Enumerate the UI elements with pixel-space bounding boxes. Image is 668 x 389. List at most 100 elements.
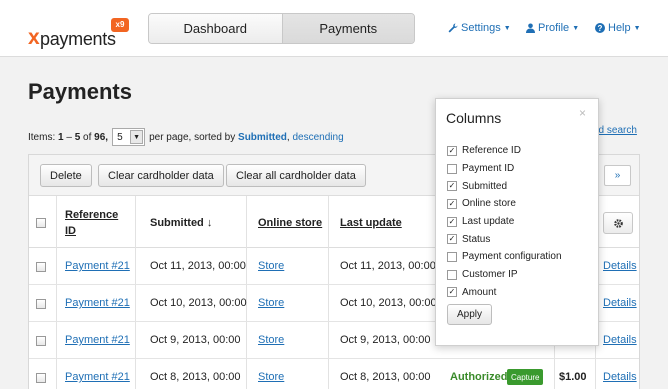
reference-link[interactable]: Payment #21 xyxy=(65,371,130,383)
column-option-label: Status xyxy=(462,233,491,245)
column-checkbox[interactable]: ✓ xyxy=(447,216,457,227)
chevron-down-icon: ▼ xyxy=(633,24,641,32)
main-nav: Dashboard Payments xyxy=(148,13,415,44)
delete-button[interactable]: Delete xyxy=(40,164,92,187)
items-prefix: Items: xyxy=(28,131,56,143)
submitted-cell: Oct 11, 2013, 00:00 xyxy=(150,260,246,272)
column-option-label: Last update xyxy=(462,216,515,228)
header-reference-id[interactable]: Reference ID xyxy=(65,209,118,237)
capture-button[interactable]: Capture xyxy=(507,369,544,385)
last-update-cell: Oct 10, 2013, 00:00 xyxy=(340,297,437,309)
header-submitted[interactable]: Submitted ↓ xyxy=(150,217,212,229)
status-badge: Authorized xyxy=(450,371,508,383)
column-option-label: Amount xyxy=(462,286,497,298)
column-option[interactable]: ✓ Last update xyxy=(447,213,562,231)
submitted-cell: Oct 10, 2013, 00:00 xyxy=(150,297,247,309)
column-option-label: Submitted xyxy=(462,180,508,192)
advanced-search-link[interactable]: ed search xyxy=(593,125,637,136)
columns-list: ✓ Reference ID Payment ID ✓ Submitted ✓ Online… xyxy=(447,142,562,301)
tab-payments[interactable]: Payments xyxy=(281,14,414,43)
details-link[interactable]: Details xyxy=(603,334,637,346)
header-reference-id-line2: ID xyxy=(65,225,76,237)
column-checkbox[interactable] xyxy=(447,251,457,262)
logo-text: payments xyxy=(40,29,116,49)
last-update-cell: Oct 11, 2013, 00:00 xyxy=(340,260,436,272)
items-from: 1 xyxy=(58,131,64,143)
column-option[interactable]: Customer IP xyxy=(447,266,562,284)
column-option-label: Payment configuration xyxy=(462,251,562,263)
profile-label: Profile xyxy=(538,22,570,34)
items-summary: Items: 1 – 5 of 96, 5 ▼ per page, sorted… xyxy=(28,128,344,146)
column-option[interactable]: Payment ID xyxy=(447,160,562,178)
submitted-cell: Oct 8, 2013, 00:00 xyxy=(150,371,241,383)
help-label: Help xyxy=(608,22,631,34)
next-page-button[interactable]: » xyxy=(604,165,631,186)
svg-text:?: ? xyxy=(598,24,603,33)
sort-field-link[interactable]: Submitted xyxy=(238,132,287,143)
amount-cell: $1.00 xyxy=(559,371,587,383)
column-option[interactable]: ✓ Status xyxy=(447,230,562,248)
column-option[interactable]: ✓ Online store xyxy=(447,195,562,213)
sort-order-link[interactable]: descending xyxy=(292,132,343,143)
store-link[interactable]: Store xyxy=(258,334,284,346)
reference-link[interactable]: Payment #21 xyxy=(65,334,130,346)
gear-icon xyxy=(613,218,623,228)
table-row: Payment #21 Oct 8, 2013, 00:00 Store Oct… xyxy=(29,359,639,389)
wrench-icon xyxy=(448,23,458,33)
details-link[interactable]: Details xyxy=(603,297,637,309)
row-checkbox[interactable] xyxy=(36,262,46,272)
last-update-cell: Oct 8, 2013, 00:00 xyxy=(340,371,431,383)
column-option-label: Online store xyxy=(462,198,516,210)
column-checkbox[interactable]: ✓ xyxy=(447,198,457,209)
column-option[interactable]: Payment configuration xyxy=(447,248,562,266)
column-checkbox[interactable]: ✓ xyxy=(447,234,457,245)
details-link[interactable]: Details xyxy=(603,371,637,383)
per-page-select[interactable]: 5 ▼ xyxy=(112,128,146,146)
column-option[interactable]: ✓ Submitted xyxy=(447,177,562,195)
row-checkbox[interactable] xyxy=(36,299,46,309)
header-online-store[interactable]: Online store xyxy=(258,217,322,229)
page-title: Payments xyxy=(28,79,132,104)
reference-link[interactable]: Payment #21 xyxy=(65,297,130,309)
close-icon[interactable]: × xyxy=(579,106,586,120)
store-link[interactable]: Store xyxy=(258,260,284,272)
row-checkbox[interactable] xyxy=(36,373,46,383)
columns-popup: Columns × ✓ Reference ID Payment ID ✓ Submit… xyxy=(435,98,599,346)
reference-link[interactable]: Payment #21 xyxy=(65,260,130,272)
header-last-update[interactable]: Last update xyxy=(340,217,402,229)
column-checkbox[interactable]: ✓ xyxy=(447,287,457,298)
items-total: 96, xyxy=(94,131,109,143)
settings-label: Settings xyxy=(461,22,501,34)
settings-menu[interactable]: Settings ▼ xyxy=(448,22,511,34)
submitted-cell: Oct 9, 2013, 00:00 xyxy=(150,334,241,346)
top-bar: x payments x9 Dashboard Payments Setting… xyxy=(0,0,668,57)
chevron-down-icon[interactable]: ▼ xyxy=(130,130,144,144)
logo-badge: x9 xyxy=(111,18,129,32)
store-link[interactable]: Store xyxy=(258,297,284,309)
apply-button[interactable]: Apply xyxy=(447,304,493,325)
per-page-text: per page, sorted by xyxy=(149,131,236,143)
details-link[interactable]: Details xyxy=(603,260,637,272)
column-checkbox[interactable] xyxy=(447,163,457,174)
column-option[interactable]: ✓ Reference ID xyxy=(447,142,562,160)
store-link[interactable]: Store xyxy=(258,371,284,383)
column-checkbox[interactable] xyxy=(447,269,457,280)
clear-cardholder-button[interactable]: Clear cardholder data xyxy=(98,164,224,187)
profile-menu[interactable]: Profile ▼ xyxy=(526,22,579,34)
columns-settings-button[interactable] xyxy=(603,212,633,234)
chevron-down-icon: ▼ xyxy=(572,24,580,32)
items-of: of xyxy=(83,131,92,143)
items-to: 5 xyxy=(74,131,81,143)
column-checkbox[interactable]: ✓ xyxy=(447,145,457,156)
row-checkbox[interactable] xyxy=(36,336,46,346)
clear-all-cardholder-button[interactable]: Clear all cardholder data xyxy=(226,164,366,187)
chevron-down-icon: ▼ xyxy=(503,24,511,32)
tab-dashboard[interactable]: Dashboard xyxy=(149,14,282,43)
column-option-label: Reference ID xyxy=(462,145,521,157)
column-option[interactable]: ✓ Amount xyxy=(447,284,562,302)
column-option-label: Customer IP xyxy=(462,269,518,281)
select-all-checkbox[interactable] xyxy=(36,218,46,228)
column-checkbox[interactable]: ✓ xyxy=(447,181,457,192)
help-menu[interactable]: ? Help ▼ xyxy=(595,22,641,34)
items-dash: – xyxy=(66,131,72,143)
